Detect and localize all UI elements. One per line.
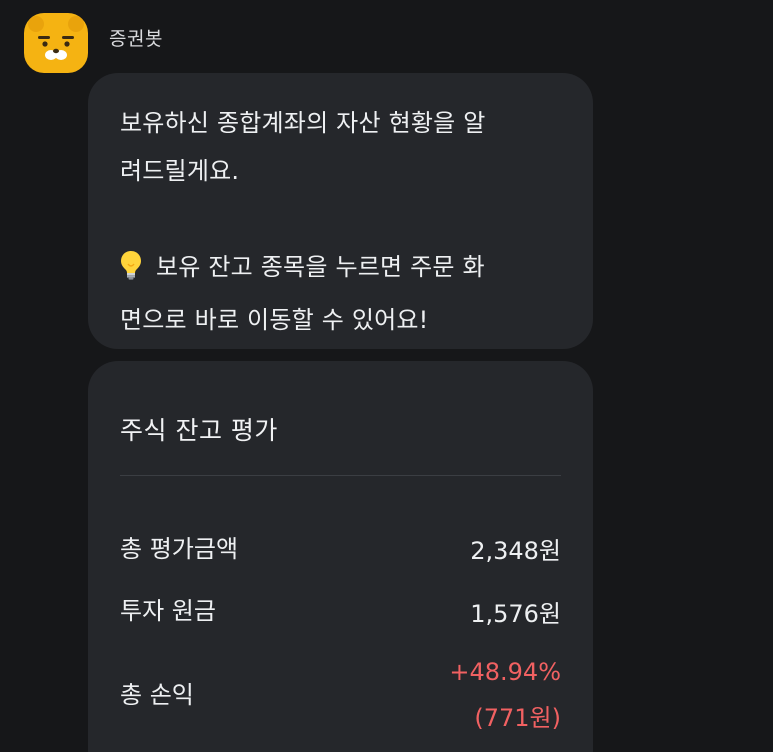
ryan-face-icon <box>28 16 84 60</box>
message-tip-line: 보유 잔고 종목을 누르면 주문 화 <box>120 243 561 296</box>
card-divider <box>120 475 561 476</box>
message-line-1: 보유하신 종합계좌의 자산 현황을 알 <box>120 109 486 137</box>
total-profit-amount: (771원) <box>474 704 561 732</box>
stock-balance-card: 주식 잔고 평가 총 평가금액 2,348원 투자 원금 1,576원 총 손익… <box>88 361 593 752</box>
total-valuation-value: 2,348원 <box>470 537 561 565</box>
lightbulb-icon <box>120 248 142 296</box>
principal-label: 투자 원금 <box>120 597 216 625</box>
bot-name: 증권봇 <box>109 28 163 50</box>
message-line-4: 면으로 바로 이동할 수 있어요! <box>120 306 429 334</box>
card-title: 주식 잔고 평가 <box>120 416 278 445</box>
bot-avatar[interactable] <box>24 13 88 73</box>
principal-value: 1,576원 <box>470 600 561 628</box>
total-profit-percent: +48.94% <box>449 658 561 686</box>
total-valuation-label: 총 평가금액 <box>120 535 239 563</box>
message-line-3: 보유 잔고 종목을 누르면 주문 화 <box>156 253 485 281</box>
message-line-2: 려드릴게요. <box>120 157 240 185</box>
message-bubble: 보유하신 종합계좌의 자산 현황을 알 려드릴게요. 보유 잔고 종목을 누르면… <box>88 73 593 349</box>
total-profit-label: 총 손익 <box>120 681 194 709</box>
